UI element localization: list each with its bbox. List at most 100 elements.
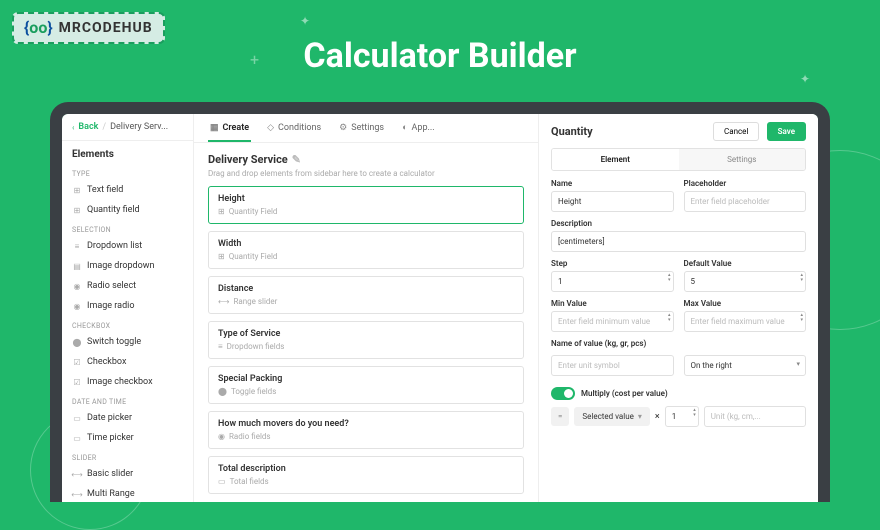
- tab-label: Create: [223, 123, 250, 133]
- tab-bar: ▦ Create ◇Conditions ⚙ Settings ◐App...: [194, 114, 538, 143]
- element-label: Image radio: [87, 301, 134, 311]
- canvas: Delivery Service ✎ Drag and drop element…: [194, 143, 538, 502]
- save-button[interactable]: Save: [767, 122, 806, 141]
- tab[interactable]: ◐App...: [400, 122, 437, 142]
- stepper-arrows-icon[interactable]: ▴▾: [668, 313, 671, 323]
- tab[interactable]: ◇Conditions: [265, 122, 323, 142]
- name-label: Name: [551, 179, 674, 188]
- field-card[interactable]: Total description▭Total fields: [208, 456, 524, 494]
- sidebar-category: TYPE: [62, 164, 193, 180]
- element-icon: ◉: [72, 281, 82, 291]
- field-name: How much movers do you need?: [218, 419, 514, 429]
- field-card[interactable]: Distance⟷Range slider: [208, 276, 524, 314]
- field-type-icon: ⟷: [218, 297, 229, 306]
- element-icon: ☑: [72, 357, 82, 367]
- element-icon: ▤: [72, 261, 82, 271]
- placeholder-input[interactable]: [684, 191, 807, 212]
- tab-icon: ⚙: [339, 123, 347, 133]
- tab[interactable]: ▦ Create: [208, 122, 251, 142]
- field-card[interactable]: Height⊞Quantity Field: [208, 186, 524, 224]
- step-input[interactable]: [551, 271, 674, 292]
- field-type: ≡Dropdown fields: [218, 342, 514, 351]
- element-item[interactable]: ⊞Text field: [62, 180, 193, 200]
- field-card[interactable]: How much movers do you need? ◉Radio field…: [208, 411, 524, 449]
- element-label: Multi Range: [87, 489, 135, 499]
- field-card[interactable]: Special Packing⬤Toggle fields: [208, 366, 524, 404]
- stepper-arrows-icon[interactable]: ▴▾: [800, 273, 803, 283]
- name-input[interactable]: [551, 191, 674, 212]
- tab-label: Settings: [351, 123, 384, 133]
- tab-icon: ◐: [402, 122, 407, 133]
- min-input[interactable]: [551, 311, 674, 332]
- field-type: ▭Total fields: [218, 477, 514, 486]
- element-item[interactable]: ⟷Multi Range: [62, 484, 193, 502]
- placeholder-label: Placeholder: [684, 179, 807, 188]
- element-item[interactable]: ▭ Time picker: [62, 428, 193, 448]
- brand-badge: {oo} MRCODEHUB: [12, 12, 165, 44]
- max-input[interactable]: [684, 311, 807, 332]
- element-label: Dropdown list: [87, 241, 142, 251]
- times-icon: ×: [655, 412, 660, 422]
- breadcrumb-current: Delivery Serv...: [110, 122, 168, 132]
- subtab-element[interactable]: Element: [552, 149, 679, 170]
- element-item[interactable]: ◉ Image radio: [62, 296, 193, 316]
- field-type-icon: ⬤: [218, 387, 227, 396]
- back-link[interactable]: Back: [78, 122, 98, 132]
- field-type-icon: ▭: [218, 477, 226, 486]
- main: ▦ Create ◇Conditions ⚙ Settings ◐App... Deliv…: [194, 114, 538, 502]
- element-item[interactable]: ▭Date picker: [62, 408, 193, 428]
- element-icon: ≡: [72, 241, 82, 251]
- field-name: Width: [218, 239, 514, 249]
- edit-icon[interactable]: ✎: [292, 153, 301, 166]
- sidebar-title: Elements: [62, 141, 193, 164]
- element-item[interactable]: ⟷Basic slider: [62, 464, 193, 484]
- properties-panel: Quantity Cancel Save Element Settings Na…: [538, 114, 818, 502]
- canvas-hint: Drag and drop elements from sidebar here…: [208, 169, 524, 178]
- tab-icon: ◇: [267, 123, 274, 133]
- field-type: ◉Radio fields: [218, 432, 514, 441]
- multiply-toggle[interactable]: [551, 387, 575, 400]
- default-input[interactable]: [684, 271, 807, 292]
- stepper-arrows-icon[interactable]: ▴▾: [693, 408, 696, 418]
- element-item[interactable]: ☑Image checkbox: [62, 372, 193, 392]
- tab[interactable]: ⚙ Settings: [337, 122, 386, 142]
- element-icon: ◉: [72, 301, 82, 311]
- element-item[interactable]: ≡ Dropdown list: [62, 236, 193, 256]
- element-icon: ▭: [72, 433, 82, 443]
- unitpos-select[interactable]: [684, 355, 807, 376]
- tab-icon: ▦: [210, 123, 219, 133]
- stepper-arrows-icon[interactable]: ▴▾: [668, 273, 671, 283]
- field-card[interactable]: Width⊞Quantity Field: [208, 231, 524, 269]
- field-type: ⊞Quantity Field: [218, 207, 514, 216]
- element-item[interactable]: ◉Radio select: [62, 276, 193, 296]
- element-item[interactable]: ⊞Quantity field: [62, 200, 193, 220]
- unit-input[interactable]: [704, 406, 806, 427]
- element-item[interactable]: ☑ Checkbox: [62, 352, 193, 372]
- stepper-arrows-icon[interactable]: ▴▾: [800, 313, 803, 323]
- element-label: Switch toggle: [87, 337, 141, 347]
- element-item[interactable]: ⬤Switch toggle: [62, 332, 193, 352]
- element-label: Checkbox: [87, 357, 126, 367]
- panel-subtabs: Element Settings: [551, 148, 806, 171]
- formula-row: = Selected value▾ × ▴▾: [551, 406, 806, 427]
- element-icon: ⟷: [72, 469, 82, 479]
- unitname-label: Name of value (kg, gr, pcs): [551, 339, 806, 348]
- element-item[interactable]: ▤ Image dropdown: [62, 256, 193, 276]
- hero-title: Calculator Builder: [303, 36, 576, 76]
- field-type: ⟷Range slider: [218, 297, 514, 306]
- field-card[interactable]: Type of Service≡Dropdown fields: [208, 321, 524, 359]
- cancel-button[interactable]: Cancel: [713, 122, 759, 141]
- description-label: Description: [551, 219, 806, 228]
- canvas-title: Delivery Service ✎: [208, 153, 524, 166]
- element-label: Time picker: [87, 433, 134, 443]
- subtab-settings[interactable]: Settings: [679, 149, 806, 170]
- selected-value-chip[interactable]: Selected value▾: [574, 407, 650, 426]
- chevron-left-icon: ‹: [72, 123, 74, 132]
- breadcrumb[interactable]: ‹ Back / Delivery Serv...: [62, 114, 193, 141]
- description-input[interactable]: [551, 231, 806, 252]
- step-label: Step: [551, 259, 674, 268]
- sidebar-category: DATE AND TIME: [62, 392, 193, 408]
- element-label: Image dropdown: [87, 261, 154, 271]
- unitname-input[interactable]: [551, 355, 674, 376]
- element-icon: ▭: [72, 413, 82, 423]
